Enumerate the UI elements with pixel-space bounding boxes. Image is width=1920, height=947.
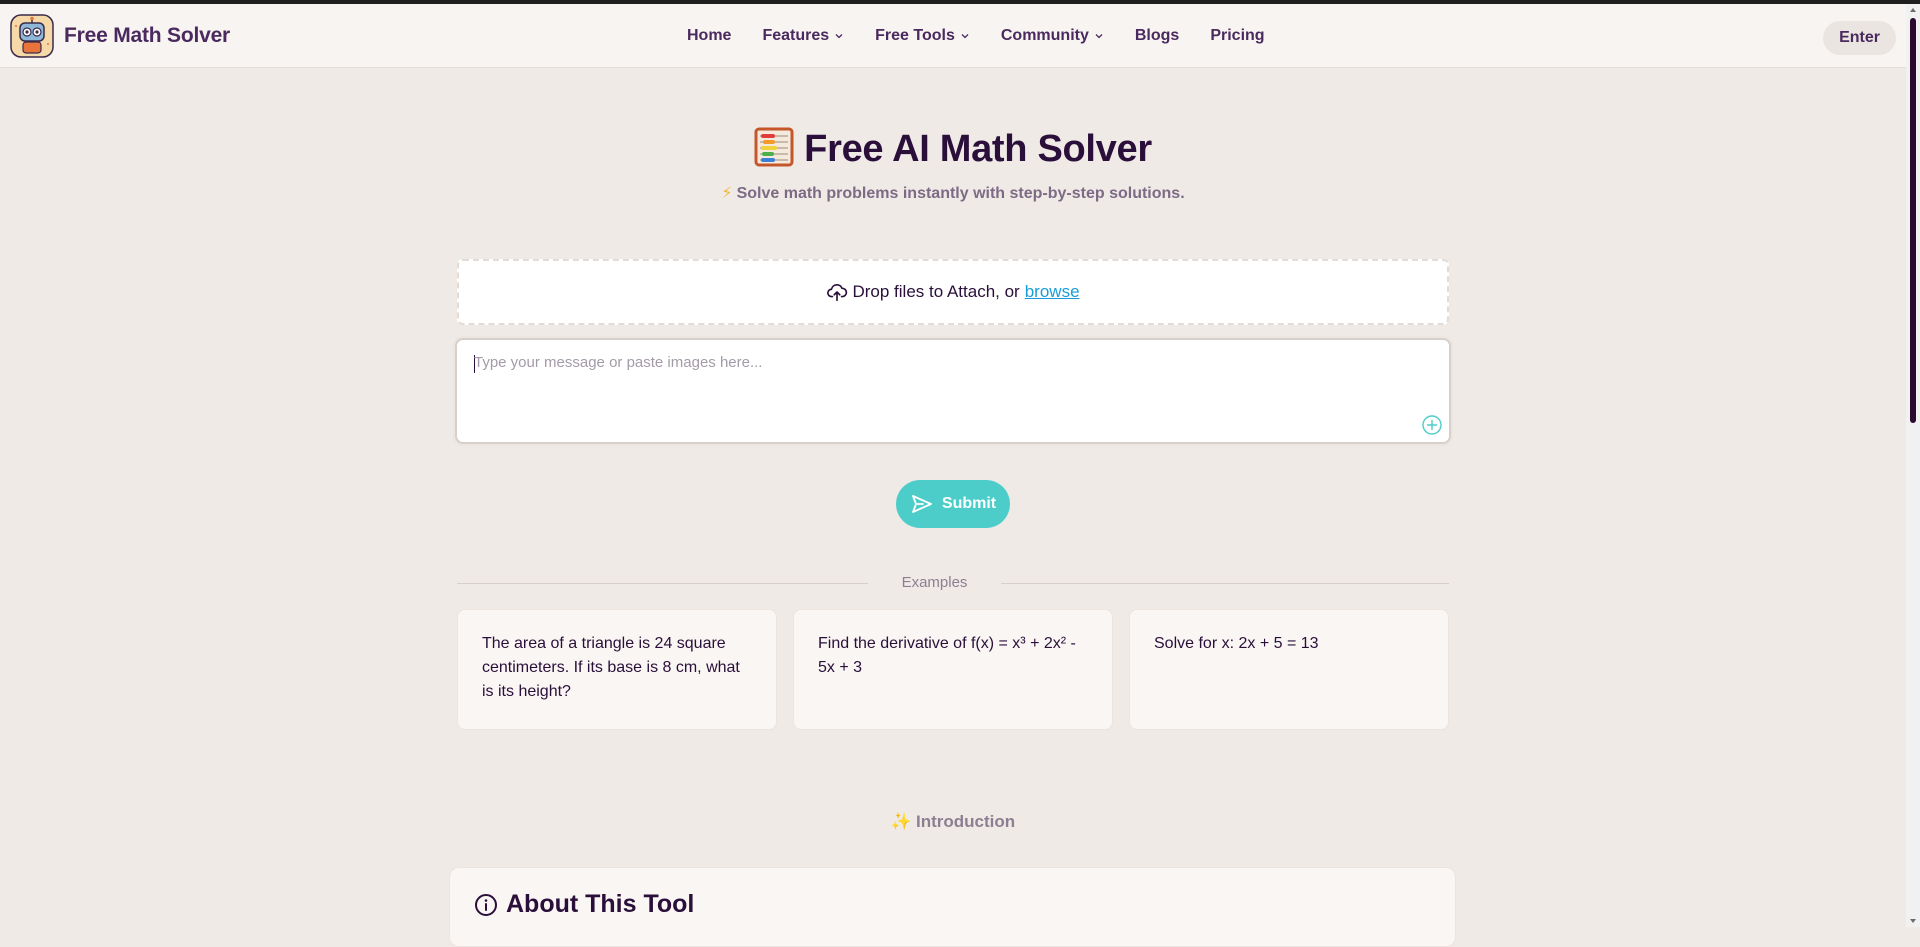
chevron-down-icon: [1095, 34, 1103, 39]
introduction-heading: ✨ Introduction: [890, 812, 1016, 831]
chevron-down-icon: [961, 34, 969, 39]
submit-button[interactable]: Submit: [896, 480, 1010, 528]
nav-features[interactable]: Features: [762, 27, 844, 45]
nav-pricing[interactable]: Pricing: [1210, 27, 1264, 45]
page-scrollbar[interactable]: [1906, 4, 1920, 927]
nav-free-tools[interactable]: Free Tools: [875, 27, 970, 45]
example-card[interactable]: Solve for x: 2x + 5 = 13: [1129, 609, 1449, 730]
info-icon: [475, 893, 497, 916]
message-box: [455, 338, 1451, 444]
examples-heading: Examples: [901, 574, 968, 591]
examples-divider-left: [457, 583, 868, 584]
sparkles-icon: ✨: [890, 812, 912, 831]
dropzone-text: Drop files to Attach, or: [852, 282, 1020, 301]
scroll-thumb[interactable]: [1910, 18, 1916, 423]
chevron-down-icon: [835, 34, 843, 39]
about-title: About This Tool: [474, 890, 694, 919]
scroll-up-icon[interactable]: [1909, 6, 1917, 14]
site-header: Free Math Solver Home Features Free Tool…: [0, 4, 1906, 68]
about-section: About This Tool: [449, 867, 1456, 947]
brand-name[interactable]: Free Math Solver: [64, 24, 230, 48]
page-title: Free AI Math Solver: [0, 127, 1906, 177]
nav-blogs[interactable]: Blogs: [1135, 27, 1179, 45]
abacus-icon: [754, 127, 794, 177]
example-card[interactable]: The area of a triangle is 24 square cent…: [457, 609, 777, 730]
cloud-upload-icon: [827, 283, 848, 302]
send-icon: [911, 495, 932, 513]
message-input[interactable]: [457, 340, 1449, 442]
file-dropzone[interactable]: Drop files to Attach, or browse: [457, 259, 1449, 325]
browse-link[interactable]: browse: [1025, 282, 1080, 302]
scroll-down-icon[interactable]: [1909, 917, 1917, 925]
add-circle-icon[interactable]: [1421, 414, 1443, 436]
robot-logo-icon[interactable]: [10, 14, 54, 58]
nav-community[interactable]: Community: [1001, 27, 1104, 45]
main-nav: Home Features Free Tools Community Blogs…: [687, 4, 1296, 68]
lightning-icon: ⚡: [721, 185, 733, 202]
page-subtitle: ⚡ Solve math problems instantly with step…: [721, 185, 1185, 202]
examples-divider-right: [1001, 583, 1449, 584]
nav-home[interactable]: Home: [687, 27, 731, 45]
enter-button[interactable]: Enter: [1823, 21, 1896, 55]
example-card[interactable]: Find the derivative of f(x) = x³ + 2x² -…: [793, 609, 1113, 730]
